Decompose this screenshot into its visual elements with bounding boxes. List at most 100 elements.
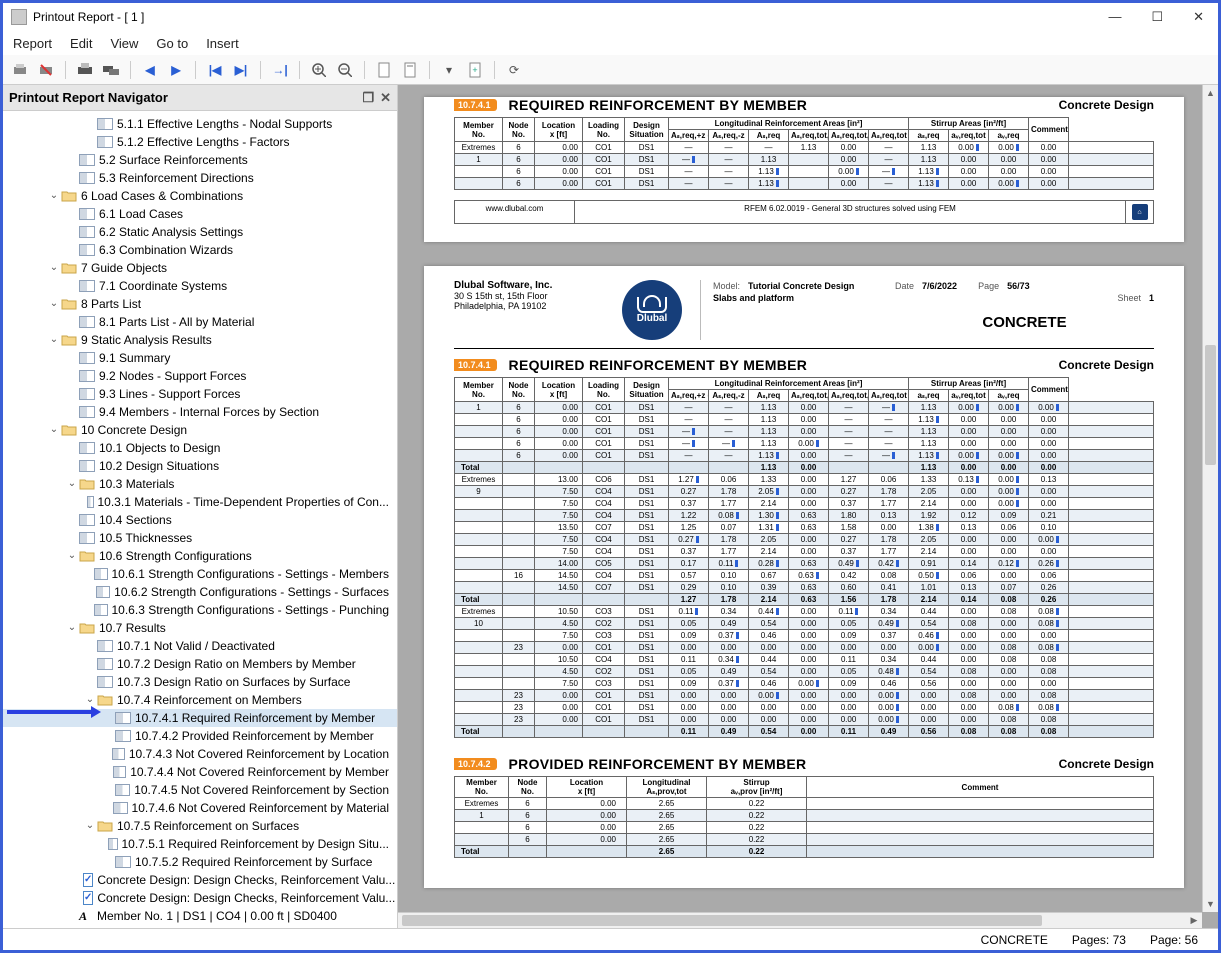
tree-item[interactable]: 10.7.4.3 Not Covered Reinforcement by Lo… bbox=[3, 745, 397, 763]
folder-icon bbox=[61, 189, 77, 203]
tree-item[interactable]: ⌄10.6 Strength Configurations bbox=[3, 547, 397, 565]
undock-icon[interactable]: ❐ bbox=[362, 90, 374, 106]
tree-label: 5.2 Surface Reinforcements bbox=[99, 151, 248, 169]
tree-label: 10.7.4.2 Provided Reinforcement by Membe… bbox=[135, 727, 374, 745]
table-icon bbox=[79, 406, 95, 418]
nav-prev-icon[interactable]: ◀ bbox=[139, 59, 161, 81]
print-cancel-icon[interactable] bbox=[35, 59, 57, 81]
scroll-down-icon[interactable]: ▼ bbox=[1203, 896, 1218, 912]
horizontal-scrollbar[interactable]: ◀ ▶ bbox=[398, 912, 1202, 928]
tree-item[interactable]: ✓Concrete Design: Design Checks, Reinfor… bbox=[3, 889, 397, 907]
tree-item[interactable]: ⌄10 Concrete Design bbox=[3, 421, 397, 439]
tree-item[interactable]: 10.1 Objects to Design bbox=[3, 439, 397, 457]
tree-label: 10.6.2 Strength Configurations - Setting… bbox=[114, 583, 389, 601]
tree-item[interactable]: 10.7.5.2 Required Reinforcement by Surfa… bbox=[3, 853, 397, 871]
folder-icon bbox=[61, 423, 77, 437]
section-tag: 10.7.4.1 bbox=[454, 99, 497, 111]
printer-multi-icon[interactable] bbox=[100, 59, 122, 81]
tree-item[interactable]: ⌄7 Guide Objects bbox=[3, 259, 397, 277]
tree-label: 7.1 Coordinate Systems bbox=[99, 277, 227, 295]
tree-item[interactable]: AMember No. 1 | DS1 | CO4 | 0.00 ft | SD… bbox=[3, 907, 397, 925]
tree-item[interactable]: 8.1 Parts List - All by Material bbox=[3, 313, 397, 331]
tree-item[interactable]: 6.1 Load Cases bbox=[3, 205, 397, 223]
tree-item[interactable]: ⌄6 Load Cases & Combinations bbox=[3, 187, 397, 205]
scroll-thumb-h[interactable] bbox=[402, 915, 1042, 926]
tree-item[interactable]: 10.2 Design Situations bbox=[3, 457, 397, 475]
page-new-icon[interactable]: + bbox=[464, 59, 486, 81]
tree-label: Concrete Design: Design Checks, Reinforc… bbox=[97, 871, 395, 889]
tree-item[interactable]: 5.1.2 Effective Lengths - Factors bbox=[3, 133, 397, 151]
maximize-button[interactable]: ☐ bbox=[1145, 7, 1169, 27]
tree-item[interactable]: 10.6.3 Strength Configurations - Setting… bbox=[3, 601, 397, 619]
table-icon bbox=[87, 496, 93, 508]
tree-item[interactable]: 10.5 Thicknesses bbox=[3, 529, 397, 547]
tree-item[interactable]: 10.4 Sections bbox=[3, 511, 397, 529]
printer-icon[interactable] bbox=[74, 59, 96, 81]
print-icon[interactable] bbox=[9, 59, 31, 81]
tree-item[interactable]: 7.1 Coordinate Systems bbox=[3, 277, 397, 295]
tree-item[interactable]: 10.7.4.1 Required Reinforcement by Membe… bbox=[3, 709, 397, 727]
tree-item[interactable]: 10.6.2 Strength Configurations - Setting… bbox=[3, 583, 397, 601]
menu-edit[interactable]: Edit bbox=[70, 36, 92, 51]
tree-item[interactable]: 10.7.5.1 Required Reinforcement by Desig… bbox=[3, 835, 397, 853]
table-icon bbox=[94, 604, 107, 616]
panel-close-icon[interactable]: ✕ bbox=[380, 90, 391, 106]
menu-report[interactable]: Report bbox=[13, 36, 52, 51]
tree-item[interactable]: 5.3 Reinforcement Directions bbox=[3, 169, 397, 187]
section-title: REQUIRED REINFORCEMENT BY MEMBER bbox=[509, 357, 808, 373]
vertical-scrollbar[interactable]: ▲ ▼ bbox=[1202, 85, 1218, 912]
tree-item[interactable]: 10.6.1 Strength Configurations - Setting… bbox=[3, 565, 397, 583]
dropdown-icon[interactable]: ▾ bbox=[438, 59, 460, 81]
tree-item[interactable]: 6.2 Static Analysis Settings bbox=[3, 223, 397, 241]
nav-first-icon[interactable]: |◀ bbox=[204, 59, 226, 81]
tree-item[interactable]: 9.4 Members - Internal Forces by Section bbox=[3, 403, 397, 421]
tree-item[interactable]: 10.7.4.2 Provided Reinforcement by Membe… bbox=[3, 727, 397, 745]
tree-item[interactable]: 9.3 Lines - Support Forces bbox=[3, 385, 397, 403]
menu-goto[interactable]: Go to bbox=[156, 36, 188, 51]
tree-item[interactable]: 9.2 Nodes - Support Forces bbox=[3, 367, 397, 385]
refresh-icon[interactable]: ⟳ bbox=[503, 59, 525, 81]
scroll-up-icon[interactable]: ▲ bbox=[1203, 85, 1218, 101]
text-icon: A bbox=[79, 907, 93, 925]
table-icon bbox=[79, 370, 95, 382]
tree-item[interactable]: 6.3 Combination Wizards bbox=[3, 241, 397, 259]
tree-item[interactable]: 10.7.2 Design Ratio on Members by Member bbox=[3, 655, 397, 673]
tree-item[interactable]: 10.7.1 Not Valid / Deactivated bbox=[3, 637, 397, 655]
tree-item[interactable]: 10.7.4.4 Not Covered Reinforcement by Me… bbox=[3, 763, 397, 781]
titlebar: Printout Report - [ 1 ] — ☐ ✕ bbox=[3, 3, 1218, 31]
scroll-right-icon[interactable]: ▶ bbox=[1186, 913, 1202, 928]
tree-item[interactable]: ⌄9 Static Analysis Results bbox=[3, 331, 397, 349]
close-button[interactable]: ✕ bbox=[1187, 7, 1210, 27]
tree-item[interactable]: ⌄8 Parts List bbox=[3, 295, 397, 313]
tree-label: 10.7.5 Reinforcement on Surfaces bbox=[117, 817, 299, 835]
tree-item[interactable]: 10.7.3 Design Ratio on Surfaces by Surfa… bbox=[3, 673, 397, 691]
tree-item[interactable]: ⌄10.7.5 Reinforcement on Surfaces bbox=[3, 817, 397, 835]
menu-insert[interactable]: Insert bbox=[206, 36, 239, 51]
zoom-in-icon[interactable] bbox=[308, 59, 330, 81]
folder-icon bbox=[79, 621, 95, 635]
tree-item[interactable]: 10.7.4.6 Not Covered Reinforcement by Ma… bbox=[3, 799, 397, 817]
table-icon bbox=[115, 712, 131, 724]
page-alt-icon[interactable] bbox=[399, 59, 421, 81]
menu-view[interactable]: View bbox=[110, 36, 138, 51]
tree-item[interactable]: 5.1.1 Effective Lengths - Nodal Supports bbox=[3, 115, 397, 133]
goto-icon[interactable]: →| bbox=[269, 59, 291, 81]
zoom-out-icon[interactable] bbox=[334, 59, 356, 81]
tree-label: 10.4 Sections bbox=[99, 511, 172, 529]
tree-item[interactable]: 10.7.4.5 Not Covered Reinforcement by Se… bbox=[3, 781, 397, 799]
scroll-thumb[interactable] bbox=[1205, 345, 1216, 465]
tree-item[interactable]: ⌄10.7 Results bbox=[3, 619, 397, 637]
tree-item[interactable]: 9.1 Summary bbox=[3, 349, 397, 367]
nav-last-icon[interactable]: ▶| bbox=[230, 59, 252, 81]
page-icon[interactable] bbox=[373, 59, 395, 81]
nav-next-icon[interactable]: ▶ bbox=[165, 59, 187, 81]
tree-item[interactable]: 10.3.1 Materials - Time-Dependent Proper… bbox=[3, 493, 397, 511]
tree-item[interactable]: ⌄10.7.4 Reinforcement on Members bbox=[3, 691, 397, 709]
tree-label: 10.6.1 Strength Configurations - Setting… bbox=[112, 565, 389, 583]
minimize-button[interactable]: — bbox=[1102, 7, 1127, 27]
table-icon bbox=[79, 460, 95, 472]
table-icon bbox=[97, 136, 113, 148]
tree-item[interactable]: 5.2 Surface Reinforcements bbox=[3, 151, 397, 169]
tree-item[interactable]: ✓Concrete Design: Design Checks, Reinfor… bbox=[3, 871, 397, 889]
tree-item[interactable]: ⌄10.3 Materials bbox=[3, 475, 397, 493]
